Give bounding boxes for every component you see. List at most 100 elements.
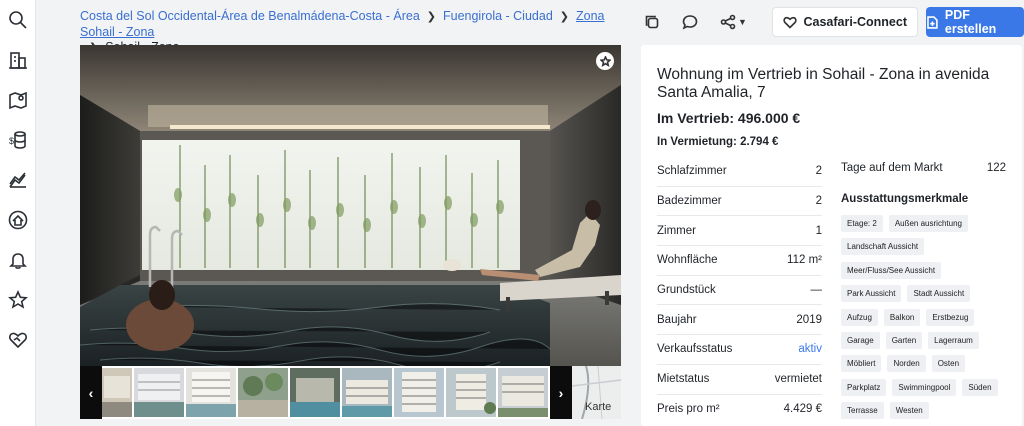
handshake-heart-icon[interactable] [6,328,30,352]
fact-label: Baujahr [657,313,697,326]
fact-value: 2 [815,165,822,178]
toolbar: ▼ Casafari-Connect PDF erstellen [638,7,1024,37]
thumbnail-strip: ‹ › Karte [80,366,621,419]
area-chart-icon[interactable] [6,168,30,192]
thumbnail-image [134,368,184,417]
thumbnail-image [342,368,392,417]
thumbnail[interactable] [394,368,444,417]
fact-label: Verkaufsstatus [657,343,733,356]
fact-value: 1 [815,224,822,237]
thumbnail[interactable] [134,368,184,417]
chevron-right-icon: › [558,384,564,401]
days-on-market: Tage auf dem Markt 122 [841,162,1006,174]
fact-value: vermietet [774,373,822,386]
share-button[interactable]: ▼ [714,8,754,36]
fact-row: Verkaufsstatus aktiv [657,335,822,365]
feature-tag: Westen [889,402,929,420]
spa-pool-photo [80,45,621,366]
map-label: Karte [585,401,612,413]
bell-icon[interactable] [6,248,30,272]
casafari-connect-label: Casafari-Connect [803,15,908,29]
feature-tag: Swimmingpool [892,378,957,396]
chevron-down-icon: ▼ [738,17,747,27]
thumbnail[interactable] [342,368,392,417]
fact-label: Preis pro m² [657,403,720,416]
sidebar: $ [0,0,36,426]
handshake-heart-icon [782,16,797,29]
chevron-left-icon: ‹ [88,384,94,401]
copy-icon [645,15,658,29]
feature-tag: Terrasse [841,402,884,420]
breadcrumb-link-city[interactable]: Fuengirola - Ciudad [443,9,553,23]
fact-value: — [810,284,823,297]
fact-row: Wohnfläche 112 m² [657,246,822,276]
thumbnail-image [446,368,496,417]
thumbnail[interactable] [186,368,236,417]
chevron-right-icon: ❯ [426,11,436,23]
share-icon [720,14,736,30]
fact-row: Zimmer 1 [657,216,822,247]
buildings-icon[interactable] [6,48,30,72]
sale-status-link[interactable]: aktiv [798,343,822,355]
star-outline-icon [599,55,611,67]
feature-tag: Erstbezug [926,308,975,326]
svg-text:$: $ [9,136,14,146]
thumbnail-image [498,368,548,417]
feature-tag: Möbliert [841,355,882,373]
fact-label: Wohnfläche [657,254,718,267]
facts-table: Schlafzimmer 2 Badezimmer 2 Zimmer 1 Wohnfl… [657,157,822,424]
star-icon[interactable] [6,288,30,312]
chevron-right-icon: ❯ [559,11,569,23]
map-pin-icon[interactable] [6,88,30,112]
next-image-button[interactable]: › [550,366,572,419]
feature-tag: Etage: 2 [841,215,883,232]
feature-tag: Außen ausrichtung [888,215,968,232]
feature-tag: Garten [885,331,923,349]
thumbnail[interactable] [102,368,132,417]
feature-tag: Balkon [883,308,921,326]
sale-price: Im Vertrieb: 496.000 € [657,110,801,126]
fact-value: 112 m² [787,254,822,267]
thumbnail[interactable] [290,368,340,417]
fact-row: Baujahr 2019 [657,305,822,336]
map-button[interactable]: Karte [572,366,621,419]
fact-value: 4.429 € [783,403,822,416]
thumbnail-image [290,368,340,417]
copy-compare-button[interactable] [638,8,666,36]
fact-value: 2 [815,195,822,208]
comment-icon [682,15,697,30]
thumbnail[interactable] [446,368,496,417]
pdf-create-button[interactable]: PDF erstellen [926,7,1024,37]
fact-label: Grundstück [657,284,716,297]
favorite-button[interactable] [596,52,614,70]
fact-row: Mietstatus vermietet [657,365,822,395]
breadcrumb-link-area[interactable]: Costa del Sol Occidental-Área de Benalmá… [80,9,420,23]
fact-row: Preis pro m² 4.429 € [657,395,822,425]
listing-panel: Wohnung im Vertrieb in Sohail - Zona in … [641,45,1022,426]
fact-label: Zimmer [657,224,696,237]
thumbnail[interactable] [238,368,288,417]
rent-price: In Vermietung: 2.794 € [657,136,779,148]
feature-tag: Meer/Fluss/See Aussicht [841,261,942,279]
feature-tag: Landschaft Aussicht [841,238,925,256]
feature-tag: Park Aussicht [841,285,902,303]
search-icon[interactable] [6,8,30,32]
features-title: Ausstattungsmerkmale [841,193,969,205]
comment-button[interactable] [676,8,704,36]
fact-label: Mietstatus [657,373,710,386]
feature-tag: Stadt Aussicht [907,285,971,303]
coin-database-icon[interactable]: $ [6,128,30,152]
previous-image-button[interactable]: ‹ [80,366,102,419]
main-photo[interactable] [80,45,621,366]
fact-label: Badezimmer [657,195,722,208]
feature-tag: Lagerraum [928,331,979,349]
listing-title: Wohnung im Vertrieb in Sohail - Zona in … [657,66,990,101]
document-plus-icon [927,15,938,29]
thumbnail[interactable] [498,368,548,417]
home-alert-icon[interactable] [6,208,30,232]
feature-tag: Norden [887,355,926,373]
casafari-connect-button[interactable]: Casafari-Connect [771,7,918,37]
pdf-create-label: PDF erstellen [944,8,997,36]
features-tags: Etage: 2 Außen ausrichtung Landschaft Aus… [841,215,1019,426]
fact-row: Grundstück — [657,276,822,306]
